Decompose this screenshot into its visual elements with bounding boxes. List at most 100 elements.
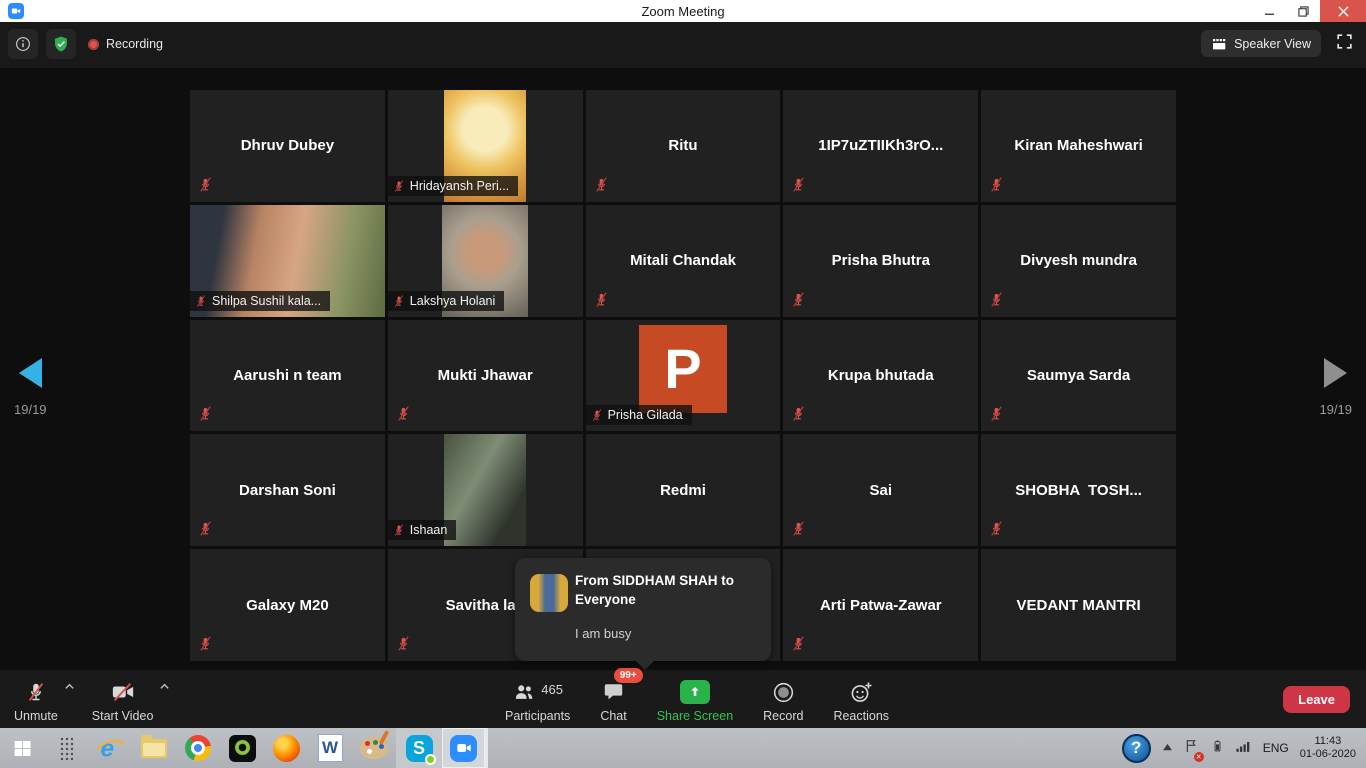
language-indicator[interactable]: ENG	[1263, 741, 1289, 755]
participant-tile[interactable]: SHOBHA TOSH...	[981, 434, 1176, 546]
participant-tile[interactable]: Prisha Bhutra	[783, 205, 978, 317]
leave-button[interactable]: Leave	[1283, 686, 1350, 713]
paint-icon[interactable]	[359, 733, 389, 763]
encryption-shield-icon[interactable]	[46, 29, 76, 59]
meeting-info-icon[interactable]	[8, 29, 38, 59]
date: 01-06-2020	[1300, 748, 1356, 762]
participant-tile[interactable]: Ishaan	[388, 434, 583, 546]
participant-tile[interactable]: Mukti Jhawar	[388, 320, 583, 432]
participant-initial-avatar: P	[639, 325, 727, 413]
start-button[interactable]	[0, 728, 44, 768]
participant-tile[interactable]: Galaxy M20	[190, 549, 385, 661]
participant-name-label: Hridayansh Peri...	[388, 176, 518, 196]
hidden-icons-caret[interactable]	[1162, 739, 1173, 757]
fullscreen-icon[interactable]	[1335, 32, 1354, 56]
share-screen-button[interactable]: Share Screen	[657, 675, 733, 723]
gallery-view: 19/19 Dhruv DubeyHridayansh Peri...Ritu1…	[0, 68, 1366, 670]
word-icon[interactable]: W	[315, 733, 345, 763]
webcam-app-icon[interactable]	[227, 733, 257, 763]
zoom-taskbar-icon[interactable]	[442, 728, 488, 768]
chat-popup-title: From SIDDHAM SHAH to Everyone	[575, 571, 760, 609]
muted-mic-icon	[791, 291, 806, 308]
clock[interactable]: 11:43 01-06-2020	[1300, 735, 1356, 762]
participant-photo	[444, 434, 526, 546]
video-off-icon	[111, 680, 135, 704]
minimize-button[interactable]	[1252, 0, 1286, 22]
previous-page-arrow-icon[interactable]	[19, 358, 42, 388]
muted-mic-icon	[989, 520, 1004, 537]
muted-mic-icon	[393, 179, 405, 193]
participant-tile[interactable]: PPrisha Gilada	[586, 320, 781, 432]
meeting-header: Recording Speaker View	[0, 22, 1366, 68]
network-signal-icon[interactable]	[1235, 737, 1252, 759]
zoom-meeting-window: Zoom Meeting Recording	[0, 0, 1366, 768]
participant-tile[interactable]: Ritu	[586, 90, 781, 202]
participant-tile[interactable]: Sai	[783, 434, 978, 546]
help-icon[interactable]: ?	[1122, 734, 1151, 763]
meeting-toolbar: Unmute Start Video	[0, 670, 1366, 728]
chrome-icon[interactable]	[183, 733, 213, 763]
next-page-nav[interactable]: 19/19	[1319, 358, 1352, 417]
page-count-left: 19/19	[14, 402, 47, 417]
participant-tile[interactable]: Dhruv Dubey	[190, 90, 385, 202]
speaker-view-icon	[1211, 36, 1227, 52]
participant-tile[interactable]: 1IP7uZTIIKh3rO...	[783, 90, 978, 202]
participant-name-label: Shilpa Sushil kala...	[190, 291, 330, 311]
close-button[interactable]	[1320, 0, 1366, 22]
window-title: Zoom Meeting	[0, 4, 1366, 19]
participant-name: Lakshya Holani	[410, 294, 495, 308]
start-video-button[interactable]: Start Video	[92, 675, 154, 723]
participant-name: Prisha Gilada	[608, 408, 683, 422]
chat-button[interactable]: Chat 99+	[600, 675, 626, 723]
participant-tile[interactable]: Kiran Maheshwari	[981, 90, 1176, 202]
muted-mic-icon	[195, 294, 207, 308]
participant-tile[interactable]: Lakshya Holani	[388, 205, 583, 317]
action-center-flag-icon[interactable]: ✕	[1184, 737, 1200, 760]
reactions-button[interactable]: Reactions	[833, 675, 889, 723]
recording-dot-icon	[88, 39, 99, 50]
internet-explorer-icon[interactable]: e	[95, 733, 125, 763]
unmute-button[interactable]: Unmute	[14, 675, 58, 723]
muted-mic-icon	[198, 520, 213, 537]
firefox-icon[interactable]	[271, 733, 301, 763]
participants-button[interactable]: 465 Participants	[505, 675, 570, 723]
muted-mic-icon	[393, 294, 405, 308]
recording-indicator: Recording	[88, 37, 163, 51]
participant-tile[interactable]: Krupa bhutada	[783, 320, 978, 432]
participant-tile[interactable]: Hridayansh Peri...	[388, 90, 583, 202]
speaker-view-button[interactable]: Speaker View	[1201, 30, 1321, 57]
title-bar: Zoom Meeting	[0, 0, 1366, 22]
record-button[interactable]: Record	[763, 675, 803, 723]
participant-name: 1IP7uZTIIKh3rO...	[783, 90, 978, 202]
participant-tile[interactable]: Arti Patwa-Zawar	[783, 549, 978, 661]
skype-icon[interactable]: S	[396, 728, 442, 768]
participant-name: Hridayansh Peri...	[410, 179, 509, 193]
participant-name: Divyesh mundra	[981, 205, 1176, 317]
participant-name: SHOBHA TOSH...	[981, 434, 1176, 546]
chat-notification-popup[interactable]: From SIDDHAM SHAH to Everyone I am busy	[515, 558, 771, 661]
participant-tile[interactable]: Aarushi n team	[190, 320, 385, 432]
dots-grid-icon[interactable]	[51, 733, 81, 763]
participant-tile[interactable]: Shilpa Sushil kala...	[190, 205, 385, 317]
participant-tile[interactable]: Divyesh mundra	[981, 205, 1176, 317]
chat-icon	[602, 680, 626, 704]
audio-options-caret[interactable]	[64, 681, 75, 695]
page-count-right: 19/19	[1319, 402, 1352, 417]
restore-button[interactable]	[1286, 0, 1320, 22]
battery-icon[interactable]	[1211, 736, 1224, 761]
participant-tile[interactable]: Darshan Soni	[190, 434, 385, 546]
muted-mic-icon	[396, 405, 411, 422]
participant-name: Redmi	[586, 434, 781, 546]
file-explorer-icon[interactable]	[139, 733, 169, 763]
muted-mic-icon	[791, 176, 806, 193]
participant-tile[interactable]: Saumya Sarda	[981, 320, 1176, 432]
participant-name: Arti Patwa-Zawar	[783, 549, 978, 661]
participant-tile[interactable]: Mitali Chandak	[586, 205, 781, 317]
participant-tile[interactable]: Redmi	[586, 434, 781, 546]
muted-mic-icon	[198, 405, 213, 422]
previous-page-nav[interactable]: 19/19	[14, 358, 47, 417]
participant-tile[interactable]: VEDANT MANTRI	[981, 549, 1176, 661]
video-options-caret[interactable]	[159, 681, 170, 695]
next-page-arrow-icon[interactable]	[1324, 358, 1347, 388]
record-icon	[771, 680, 795, 704]
